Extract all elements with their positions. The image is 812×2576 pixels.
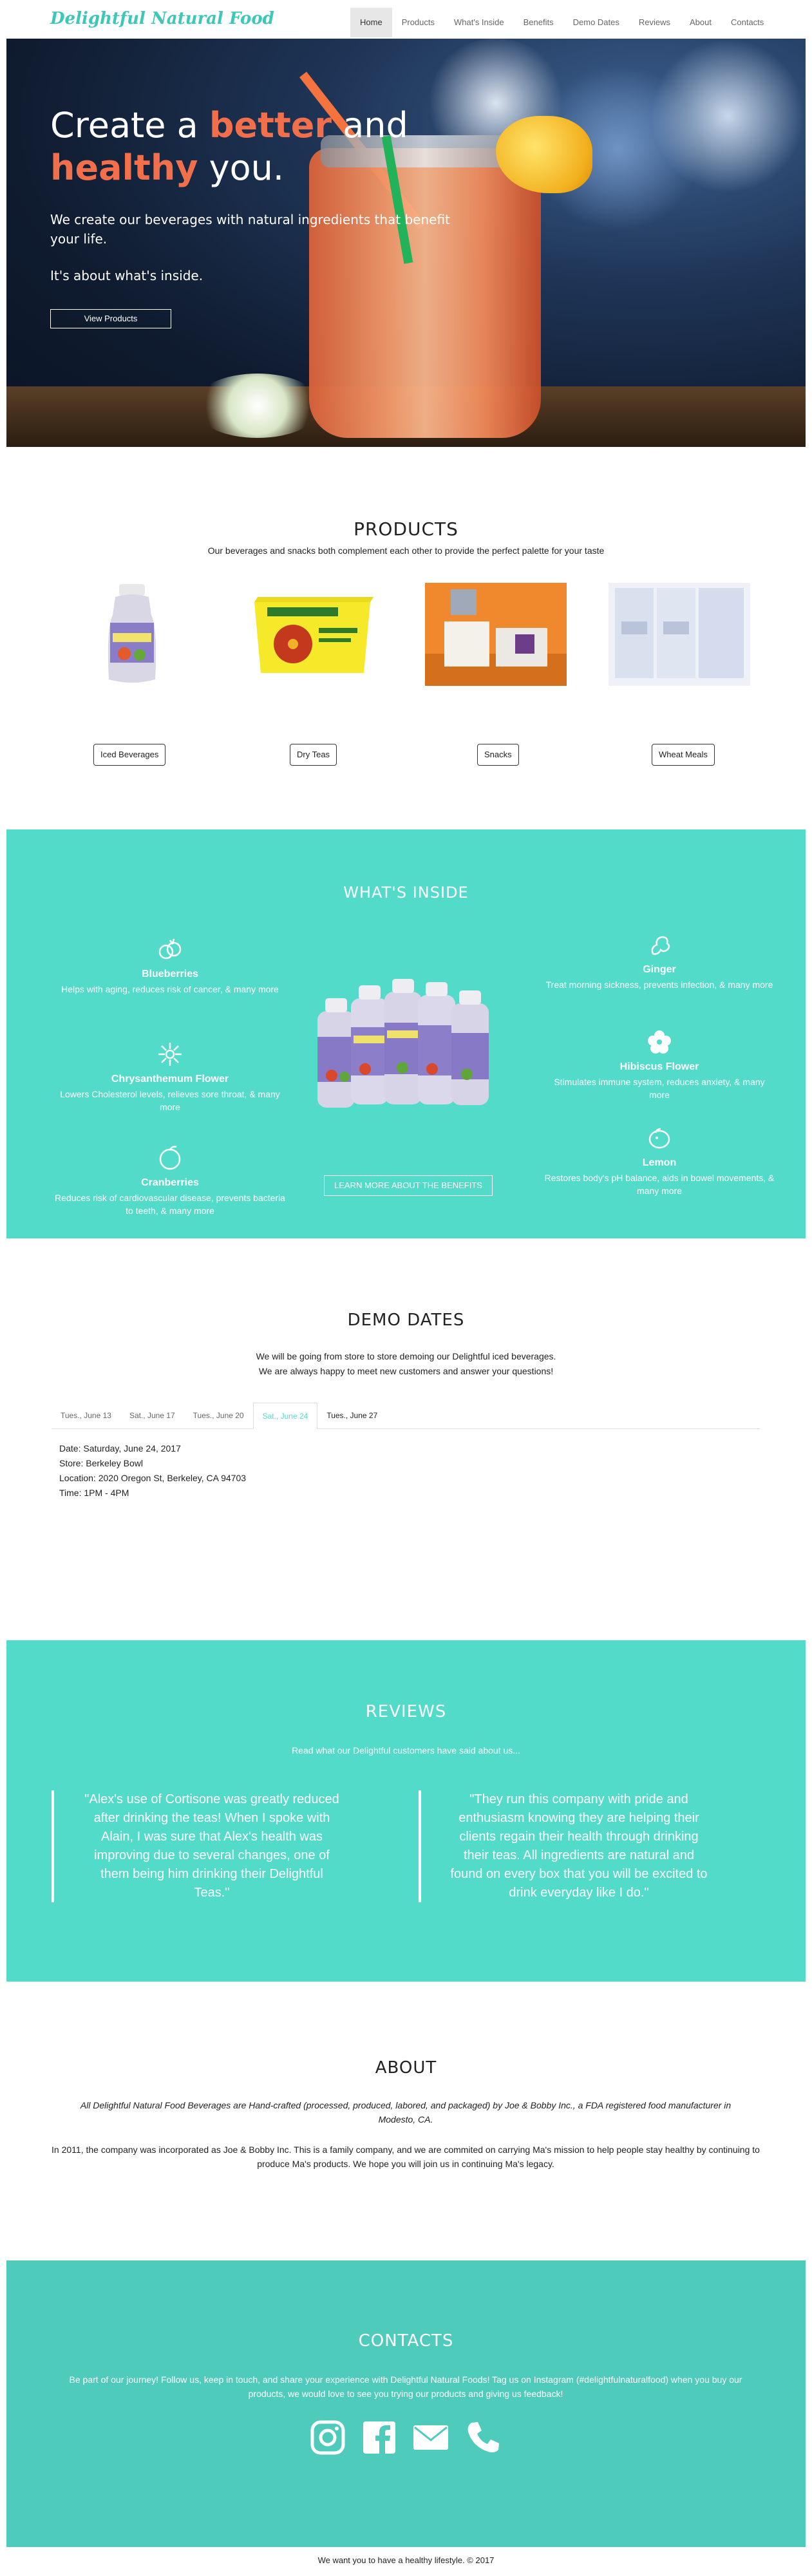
whats-inside-title: WHAT'S INSIDE (343, 884, 469, 902)
hero-tagline: It's about what's inside. (50, 268, 203, 283)
ingredient-chrysanthemum: Chrysanthemum Flower Lowers Cholesterol … (54, 1040, 286, 1113)
nav-item-demo-dates[interactable]: Demo Dates (563, 8, 629, 37)
ingredient-blueberries: Blueberries Helps with aging, reduces ri… (54, 935, 286, 996)
about-intro: All Delightful Natural Food Beverages ar… (80, 2100, 732, 2125)
iced-beverages-button[interactable]: Iced Beverages (93, 744, 166, 766)
tab-june-27[interactable]: Tues., June 27 (317, 1403, 386, 1429)
nav-item-products[interactable]: Products (392, 8, 444, 37)
nav-item-about[interactable]: About (680, 8, 721, 37)
hero-title-accent: better (209, 105, 332, 146)
tab-june-20[interactable]: Tues., June 20 (184, 1403, 253, 1429)
chrysanthemum-icon (158, 1043, 182, 1066)
reviews-subtitle: Read what our Delightful customers have … (292, 1745, 520, 1756)
navbar: Delightful Natural Food Home Products Wh… (0, 0, 812, 39)
hero-banner: Create a better and healthy you. We crea… (6, 39, 806, 447)
snacks-button[interactable]: Snacks (477, 744, 519, 766)
snacks-image[interactable] (425, 583, 567, 686)
wheat-meals-button[interactable]: Wheat Meals (652, 744, 715, 766)
hero-bokeh (650, 39, 805, 193)
ingredient-ginger: Ginger Treat morning sickness, prevents … (543, 931, 775, 991)
ingredient-desc: Treat morning sickness, prevents infecti… (545, 980, 773, 990)
bottles-image (317, 979, 489, 1108)
ingredient-name: Lemon (642, 1157, 677, 1168)
learn-more-benefits-button[interactable]: LEARN MORE ABOUT THE BENEFITS (324, 1175, 493, 1196)
hero-flowers (193, 374, 322, 438)
reviews-title: REVIEWS (365, 1702, 447, 1721)
nav-item-whats-inside[interactable]: What's Inside (444, 8, 514, 37)
contacts-body: Be part of our journey! Follow us, keep … (69, 2374, 742, 2399)
ingredient-desc: Lowers Cholesterol levels, relieves sore… (60, 1089, 280, 1112)
ingredient-hibiscus: Hibiscus Flower Stimulates immune system… (543, 1028, 775, 1101)
nav-item-contacts[interactable]: Contacts (721, 8, 773, 37)
demo-date: Date: Saturday, June 24, 2017 (59, 1443, 181, 1454)
tab-june-24[interactable]: Sat., June 24 (252, 1403, 318, 1429)
demo-date-tabs: Tues., June 13 Sat., June 17 Tues., June… (52, 1403, 760, 1429)
instagram-icon[interactable] (309, 2419, 346, 2456)
brand-logo[interactable]: Delightful Natural Food (50, 9, 274, 28)
tab-june-17[interactable]: Sat., June 17 (120, 1403, 184, 1429)
phone-icon[interactable] (464, 2419, 501, 2456)
dry-tea-image[interactable] (241, 583, 383, 686)
ingredient-desc: Reduces risk of cardiovascular disease, … (55, 1193, 285, 1216)
demo-dates-title: DEMO DATES (347, 1311, 465, 1330)
page: Delightful Natural Food Home Products Wh… (0, 0, 812, 2576)
about-title: ABOUT (375, 2058, 437, 2078)
ginger-icon (651, 936, 670, 955)
contacts-title: CONTACTS (358, 2331, 454, 2351)
nav-menu: Home Products What's Inside Benefits Dem… (350, 8, 773, 37)
wheat-meals-image[interactable] (609, 583, 750, 686)
products-subtitle: Our beverages and snacks both complement… (207, 545, 605, 556)
demo-time: Time: 1PM - 4PM (59, 1488, 129, 1498)
email-icon[interactable] (412, 2419, 449, 2456)
ingredient-name: Cranberries (141, 1177, 199, 1188)
lemon-icon (648, 1128, 670, 1149)
hero-subtitle: We create our beverages with natural ing… (50, 212, 450, 247)
ingredient-desc: Helps with aging, reduces risk of cancer… (61, 984, 279, 994)
facebook-icon[interactable] (361, 2419, 398, 2456)
ingredient-name: Chrysanthemum Flower (111, 1074, 229, 1084)
cranberries-icon (159, 1146, 181, 1170)
review-quote: "They run this company with pride and en… (419, 1790, 708, 1902)
blueberries-icon (158, 938, 182, 960)
nav-item-benefits[interactable]: Benefits (514, 8, 563, 37)
contacts-section (6, 2260, 806, 2547)
ingredient-desc: Stimulates immune system, reduces anxiet… (554, 1077, 765, 1100)
demo-details: Date: Saturday, June 24, 2017 Store: Ber… (59, 1441, 246, 1501)
hero-title-text: Create a (50, 105, 209, 146)
review-quote: "Alex's use of Cortisone was greatly red… (52, 1790, 341, 1902)
products-title: PRODUCTS (354, 518, 458, 540)
ingredient-name: Blueberries (141, 969, 199, 980)
ingredient-name: Hibiscus Flower (619, 1061, 699, 1072)
dry-teas-button[interactable]: Dry Teas (290, 744, 337, 766)
ingredient-cranberries: Cranberries Reduces risk of cardiovascul… (54, 1144, 286, 1217)
hero-title: Create a better and healthy you. (50, 104, 501, 189)
hero-drink-glass (309, 148, 541, 438)
ingredient-name: Ginger (643, 964, 676, 975)
view-products-button[interactable]: View Products (50, 309, 171, 328)
contact-icons (309, 2419, 515, 2456)
demo-line2: We are always happy to meet new customer… (258, 1366, 554, 1376)
demo-location: Location: 2020 Oregon St, Berkeley, CA 9… (59, 1473, 247, 1483)
tab-june-13[interactable]: Tues., June 13 (52, 1403, 120, 1429)
demo-store: Store: Berkeley Bowl (59, 1458, 143, 1468)
iced-beverage-image[interactable] (61, 583, 203, 686)
hibiscus-icon (648, 1030, 671, 1054)
nav-item-reviews[interactable]: Reviews (629, 8, 680, 37)
hero-title-text: and (332, 105, 408, 146)
ingredient-lemon: Lemon Restores body's pH balance, aids i… (543, 1124, 775, 1197)
footer-text: We want you to have a healthy lifestyle.… (317, 2555, 495, 2565)
ingredient-desc: Restores body's pH balance, aids in bowe… (544, 1173, 775, 1196)
demo-line1: We will be going from store to store dem… (256, 1351, 556, 1361)
about-body: In 2011, the company was incorporated as… (52, 2145, 760, 2169)
hero-title-text: you. (198, 147, 285, 188)
nav-item-home[interactable]: Home (350, 8, 392, 37)
hero-title-accent: healthy (50, 147, 198, 188)
